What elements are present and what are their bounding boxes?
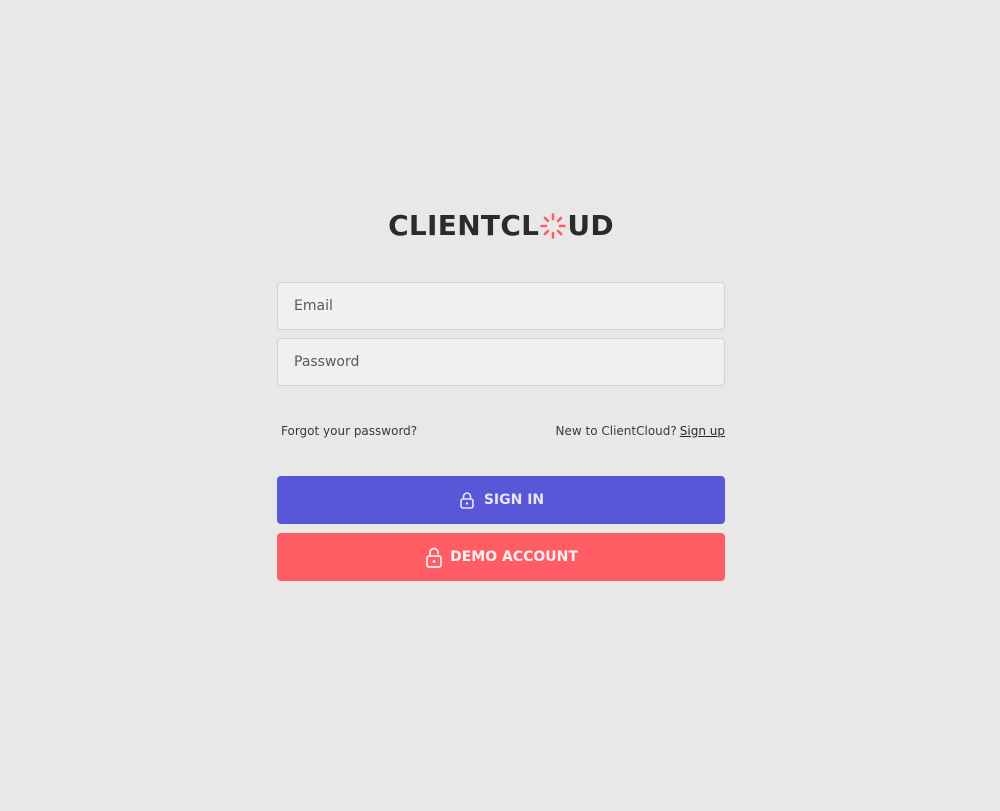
auth-links-row: Forgot your password? New to ClientCloud…: [277, 422, 725, 440]
new-user-prompt-text: New to ClientCloud?: [555, 424, 677, 438]
demo-account-button[interactable]: DEMO ACCOUNT: [277, 533, 725, 581]
email-input[interactable]: [277, 282, 725, 330]
logo-text-prefix: CLIENTCL: [388, 209, 540, 242]
unlock-icon: [424, 546, 444, 568]
spinner-burst-icon: [540, 213, 567, 239]
demo-account-label: DEMO ACCOUNT: [450, 549, 578, 565]
password-input[interactable]: [277, 338, 725, 386]
signup-prompt: New to ClientCloud? Sign up: [556, 424, 725, 438]
login-card: CLIENTCL UD Forgot your password? Ne: [277, 200, 725, 581]
clientcloud-logo: CLIENTCL UD: [277, 200, 725, 252]
sign-in-label: SIGN IN: [483, 492, 545, 508]
logo-text-suffix: UD: [567, 209, 614, 242]
sign-in-button[interactable]: SIGN IN: [277, 476, 725, 524]
lock-icon: [458, 491, 476, 509]
signup-link[interactable]: Sign up: [680, 424, 725, 438]
forgot-password-link[interactable]: Forgot your password?: [281, 424, 417, 438]
